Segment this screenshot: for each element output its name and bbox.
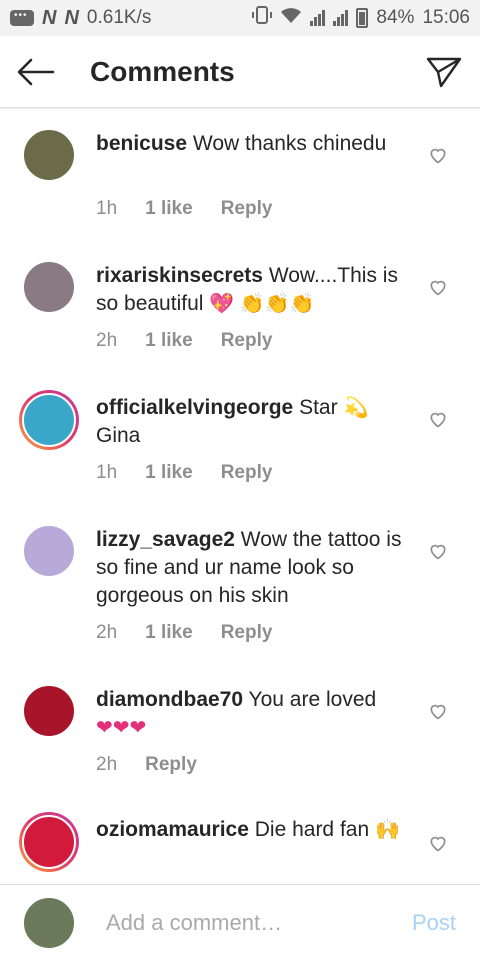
comment-time: 2h — [96, 330, 118, 351]
reply-button[interactable]: Reply — [145, 754, 197, 776]
comment-message-cont: Gina — [96, 424, 141, 447]
comment-time: 1h — [96, 198, 118, 219]
signal-icon — [310, 10, 326, 26]
avatar-image — [22, 684, 76, 738]
heart-icon[interactable] — [428, 541, 448, 561]
comment-username[interactable]: oziomamaurice — [96, 818, 249, 841]
arrow-left-icon — [17, 58, 55, 85]
comment-text: benicuse Wow thanks chinedu — [96, 130, 416, 158]
comment-emoji: 💫 — [343, 397, 369, 419]
comment-emoji: 🙌 — [374, 819, 400, 841]
comment-meta: 2h Reply — [96, 754, 197, 776]
avatar[interactable] — [22, 260, 76, 314]
vibrate-icon — [252, 6, 273, 30]
comment-username[interactable]: rixariskinsecrets — [96, 264, 263, 287]
avatar-image — [22, 128, 76, 182]
reply-button[interactable]: Reply — [221, 330, 273, 352]
comment-meta: 1h 1 like Reply — [96, 462, 272, 484]
like-count[interactable]: 1 like — [145, 622, 193, 644]
comment-text: diamondbae70 You are loved ❤❤❤ — [96, 686, 416, 742]
comment-username[interactable]: diamondbae70 — [96, 688, 243, 711]
battery-icon — [356, 8, 369, 28]
comment-message: You are loved — [248, 688, 377, 711]
heart-icon[interactable] — [428, 833, 448, 853]
post-button[interactable]: Post — [412, 910, 456, 936]
comment-message: Star — [299, 396, 338, 419]
comment-text: oziomamaurice Die hard fan 🙌 — [96, 816, 416, 844]
like-count[interactable]: 1 like — [145, 462, 193, 484]
wifi-icon — [280, 7, 302, 29]
signal-icon-2 — [333, 10, 349, 26]
network-speed: 0.61K/s — [86, 7, 152, 28]
avatar-image — [22, 260, 76, 314]
avatar-story-ring[interactable] — [19, 390, 79, 450]
like-count[interactable]: 1 like — [145, 330, 193, 352]
comment-text: rixariskinsecrets Wow....This is so beau… — [96, 262, 416, 318]
avatar-image — [22, 895, 76, 950]
comment-input[interactable] — [106, 909, 386, 936]
comment-username[interactable]: benicuse — [96, 132, 187, 155]
like-count[interactable]: 1 like — [145, 198, 193, 220]
avatar-image — [22, 524, 76, 578]
heart-icon[interactable] — [428, 277, 448, 297]
comment-emoji: 💖 👏👏👏 — [209, 293, 315, 315]
comment-text: lizzy_savage2 Wow the tattoo is so fine … — [96, 526, 416, 610]
share-button[interactable] — [408, 36, 480, 108]
back-button[interactable] — [0, 36, 72, 108]
reply-button[interactable]: Reply — [221, 622, 273, 644]
comment-list[interactable]: benicuse Wow thanks chinedu 1h 1 like Re… — [0, 108, 480, 884]
status-bar: N N 0.61K/s 84% 15:06 — [0, 0, 480, 36]
comment-message: Wow thanks chinedu — [192, 132, 387, 155]
heart-icon[interactable] — [428, 409, 448, 429]
heart-icon[interactable] — [428, 145, 448, 165]
avatar[interactable] — [22, 128, 76, 182]
comment-time: 1h — [96, 462, 118, 483]
avatar[interactable] — [22, 684, 76, 738]
comment-time: 2h — [96, 754, 118, 775]
clock: 15:06 — [422, 7, 470, 28]
battery-percent: 84% — [376, 7, 415, 28]
current-user-avatar — [22, 895, 76, 950]
comment-text: officialkelvingeorge Star 💫 Gina — [96, 394, 416, 450]
paper-plane-icon — [426, 57, 462, 87]
comment-composer: Post — [0, 884, 480, 960]
avatar-image — [22, 393, 76, 447]
carrier-mark: N — [64, 6, 79, 29]
comment-meta: 1h 1 like Reply — [96, 198, 272, 220]
avatar-story-ring[interactable] — [19, 812, 79, 872]
comment-meta: 2h 1 like Reply — [96, 330, 272, 352]
comment-emoji: ❤❤❤ — [96, 717, 147, 739]
comment-username[interactable]: officialkelvingeorge — [96, 396, 293, 419]
reply-button[interactable]: Reply — [221, 198, 273, 220]
comment-meta: 2h 1 like Reply — [96, 622, 272, 644]
reply-button[interactable]: Reply — [221, 462, 273, 484]
header: Comments — [0, 36, 480, 108]
avatar-image — [22, 815, 76, 869]
heart-icon[interactable] — [428, 701, 448, 721]
comment-time: 2h — [96, 622, 118, 643]
comment-message: Die hard fan — [254, 818, 370, 841]
page-title: Comments — [90, 55, 235, 87]
message-icon — [10, 10, 34, 26]
avatar[interactable] — [22, 524, 76, 578]
carrier-mark: N — [42, 6, 57, 29]
comment-username[interactable]: lizzy_savage2 — [96, 528, 235, 551]
